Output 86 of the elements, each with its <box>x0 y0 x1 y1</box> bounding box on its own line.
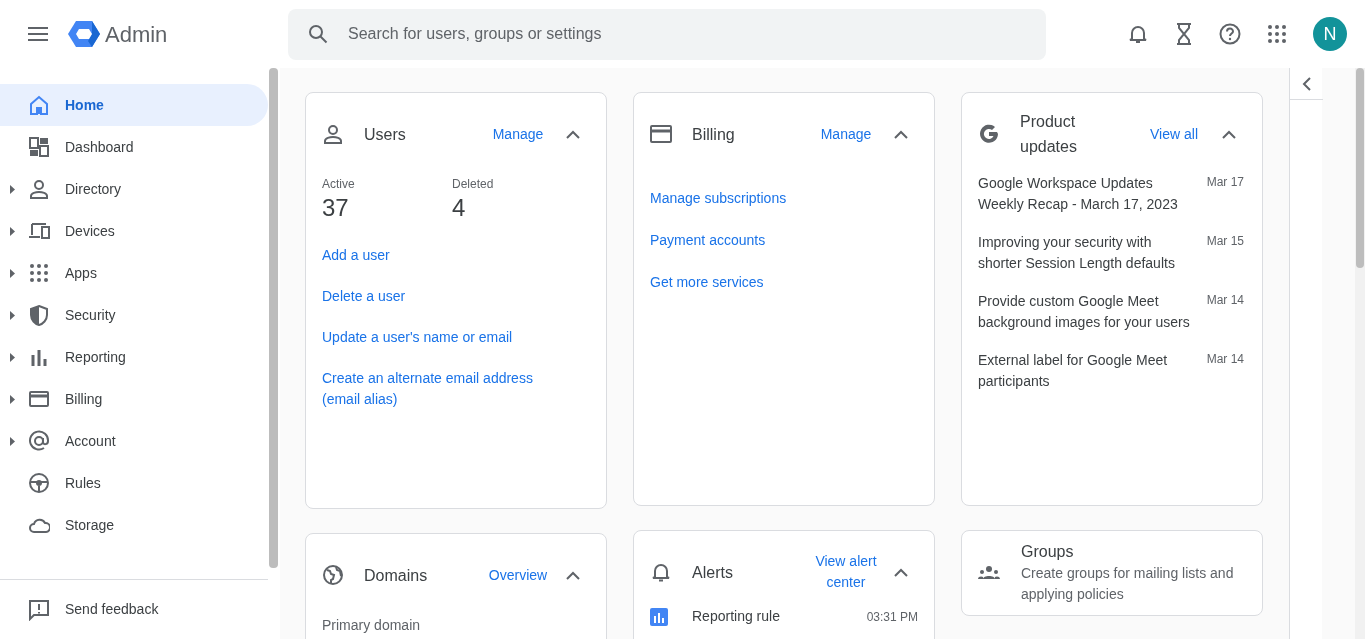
link[interactable]: Update a user's name or email <box>322 327 513 348</box>
report-chart-icon <box>650 607 668 626</box>
stat-label: Active <box>322 176 356 193</box>
chevron-icon[interactable] <box>566 129 580 139</box>
help-icon[interactable] <box>1219 23 1241 45</box>
sidebar-item[interactable]: Apps <box>0 252 268 294</box>
dashboard-icon <box>28 136 50 158</box>
update-link[interactable]: Google Workspace Updates Weekly Recap - March 17, 2023 <box>978 173 1196 215</box>
expand-arrow-icon[interactable] <box>10 269 15 278</box>
credit-card-icon <box>650 123 672 145</box>
at-sign-icon <box>28 430 50 452</box>
sidebar-item[interactable]: Home <box>0 84 268 126</box>
update-link[interactable]: Provide custom Google Meet background images for your users <box>978 291 1196 333</box>
field-label: Primary domain <box>322 616 422 635</box>
expand-arrow-icon[interactable] <box>10 227 15 236</box>
card-title: Product updates <box>1020 112 1078 157</box>
search-icon <box>308 23 328 44</box>
credit-card-icon <box>28 388 50 410</box>
sidebar-item[interactable]: Reporting <box>0 336 268 378</box>
expand-arrow-icon[interactable] <box>10 437 15 446</box>
home-icon <box>28 94 50 116</box>
sidebar-item[interactable]: Account <box>0 420 268 462</box>
feedback-icon <box>28 598 50 621</box>
bell-icon <box>650 561 672 583</box>
logo-icon <box>68 20 100 48</box>
update-date: Mar 14 <box>1206 292 1245 309</box>
chevron-icon[interactable] <box>566 570 580 580</box>
link[interactable]: Delete a user <box>322 286 406 307</box>
card-title: Billing <box>692 124 736 145</box>
chevron-left-icon <box>1301 76 1312 91</box>
apps-grid-icon[interactable] <box>1267 24 1287 44</box>
send-feedback-link[interactable]: Send feedback <box>28 598 159 621</box>
card-title: Domains <box>364 565 429 586</box>
link[interactable]: Manage subscriptions <box>650 188 787 209</box>
stat-value: 37 <box>322 193 350 223</box>
update-date: Mar 17 <box>1206 174 1245 191</box>
person-icon <box>28 178 50 200</box>
sidebar-item[interactable]: Rules <box>0 462 268 504</box>
link[interactable]: Create an alternate email address (email alias) <box>322 368 572 410</box>
sidebar-item[interactable]: Security <box>0 294 268 336</box>
update-date: Mar 14 <box>1206 351 1245 368</box>
update-link[interactable]: External label for Google Meet participants <box>978 350 1196 392</box>
card-action-link[interactable]: Overview <box>476 564 560 586</box>
grid-icon <box>28 262 50 284</box>
app-name: Admin <box>105 20 168 49</box>
sidebar-item[interactable]: Storage <box>0 504 268 546</box>
scrollbar-thumb[interactable] <box>1356 68 1364 268</box>
expand-arrow-icon[interactable] <box>10 395 15 404</box>
card-description: Create groups for mailing lists and applying policies <box>1021 564 1235 604</box>
stat-value: 4 <box>452 193 467 223</box>
card-title: Users <box>364 124 407 145</box>
stat-label: Deleted <box>452 176 495 193</box>
sidebar-item[interactable]: Dashboard <box>0 126 268 168</box>
card-title: Alerts <box>692 562 734 583</box>
chevron-icon[interactable] <box>1222 129 1236 139</box>
link[interactable]: Payment accounts <box>650 230 766 251</box>
link[interactable]: Add a user <box>322 245 390 266</box>
chevron-icon[interactable] <box>894 567 908 577</box>
notifications-icon[interactable] <box>1127 23 1149 45</box>
alert-time: 03:31 PM <box>866 608 918 626</box>
card-action-link[interactable]: Manage <box>476 123 560 145</box>
alert-title[interactable]: Reporting rule <box>692 606 780 627</box>
link[interactable]: Get more services <box>650 272 764 293</box>
sidebar-item[interactable]: Directory <box>0 168 268 210</box>
hourglass-icon[interactable] <box>1175 23 1193 45</box>
sidebar-item[interactable]: Billing <box>0 378 268 420</box>
person-icon <box>322 123 344 145</box>
sidebar-item[interactable]: Devices <box>0 210 268 252</box>
shield-icon <box>28 304 50 326</box>
scrollbar-thumb[interactable] <box>269 68 278 568</box>
expand-arrow-icon[interactable] <box>10 311 15 320</box>
search-field[interactable]: Search for users, groups or settings <box>288 8 1046 60</box>
card-title: Groups <box>1021 542 1075 562</box>
g-letter-icon <box>978 123 1000 145</box>
expand-arrow-icon[interactable] <box>10 185 15 194</box>
card-action-link[interactable]: View alert center <box>804 551 888 593</box>
globe-icon <box>322 564 344 586</box>
update-date: Mar 15 <box>1206 233 1245 250</box>
card-action-link[interactable]: Manage <box>804 123 888 145</box>
devices-icon <box>28 220 50 242</box>
avatar[interactable]: N <box>1313 17 1347 51</box>
expand-arrow-icon[interactable] <box>10 353 15 362</box>
update-link[interactable]: Improving your security with shorter Session Length defaults <box>978 232 1196 274</box>
chevron-icon[interactable] <box>894 129 908 139</box>
card-action-link[interactable]: View all <box>1132 123 1216 145</box>
steering-wheel-icon <box>28 472 50 494</box>
